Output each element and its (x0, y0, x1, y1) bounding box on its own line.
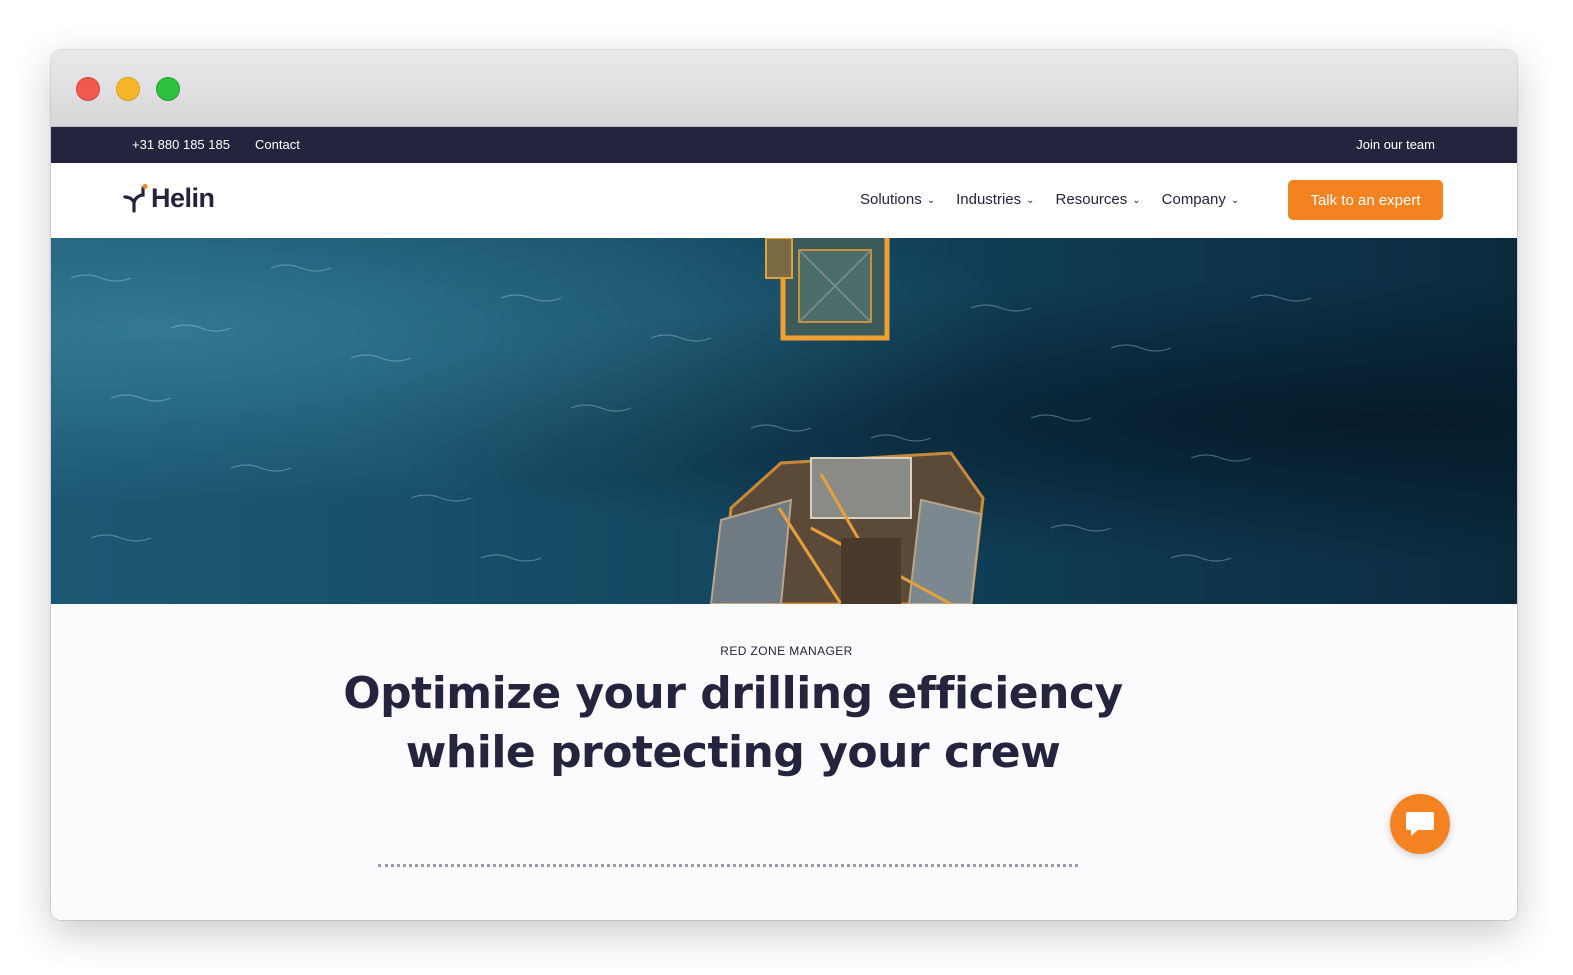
browser-window: +31 880 185 185 Contact Join our team He… (51, 50, 1517, 920)
nav-industries-label: Industries (956, 191, 1022, 208)
offshore-platforms-illustration (70, 238, 1312, 604)
phone-link[interactable]: +31 880 185 185 (132, 136, 230, 154)
maximize-window-button[interactable] (156, 77, 180, 101)
nav-company-label: Company (1161, 191, 1226, 208)
contact-link[interactable]: Contact (255, 136, 300, 154)
truncated-paragraph (378, 864, 1078, 868)
helin-logo[interactable]: Helin (123, 182, 215, 214)
talk-to-an-expert-button[interactable]: Talk to an expert (1288, 180, 1443, 220)
nav-solutions-label: Solutions (860, 191, 922, 208)
nav-resources-label: Resources (1055, 191, 1128, 208)
nav-industries[interactable]: Industries ⌄ (956, 191, 1034, 209)
helin-logo-mark-icon (123, 184, 148, 213)
hero-image-offshore-rig (51, 238, 1517, 604)
main-navigation: Helin Solutions ⌄ Industries ⌄ Resources… (51, 163, 1517, 238)
hero-eyebrow: RED ZONE MANAGER (720, 644, 853, 658)
chevron-down-icon: ⌄ (1230, 195, 1240, 206)
nav-company[interactable]: Company ⌄ (1162, 191, 1240, 209)
window-titlebar (51, 50, 1517, 127)
utility-bar: +31 880 185 185 Contact Join our team (51, 127, 1517, 163)
chat-launcher-button[interactable] (1390, 794, 1450, 854)
nav-menu: Solutions ⌄ Industries ⌄ Resources ⌄ Com… (860, 191, 1260, 209)
chevron-down-icon: ⌄ (1026, 195, 1035, 206)
nav-solutions[interactable]: Solutions ⌄ (860, 191, 935, 209)
close-window-button[interactable] (76, 77, 100, 101)
nav-resources[interactable]: Resources ⌄ (1056, 191, 1141, 209)
page-headline: Optimize your drilling efficiency while … (343, 668, 1123, 778)
chevron-down-icon: ⌄ (926, 195, 936, 206)
join-our-team-link[interactable]: Join our team (1356, 136, 1435, 154)
chat-bubble-icon (1406, 812, 1434, 836)
logo-wordmark: Helin (151, 182, 215, 213)
chevron-down-icon: ⌄ (1132, 195, 1141, 206)
minimize-window-button[interactable] (116, 77, 140, 101)
